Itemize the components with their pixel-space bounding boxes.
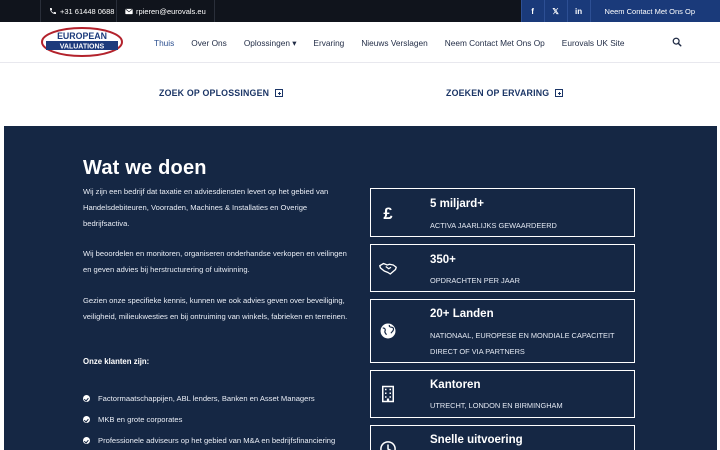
search-links-section: ZOEK OP OPLOSSINGEN ZOEKEN OP ERVARING: [0, 63, 720, 126]
stat-description: OPDRACHTEN PER JAAR: [430, 276, 520, 285]
list-item: MKB en grote corporates: [83, 409, 335, 430]
x-icon[interactable]: 𝕏: [543, 0, 567, 22]
top-bar: +31 61448 0688 rpieren@eurovals.eu f 𝕏 i…: [0, 0, 720, 22]
nav-over-ons[interactable]: Over Ons: [191, 38, 227, 48]
stat-description: NATIONAAL, EUROPESE EN MONDIALE CAPACITE…: [430, 331, 615, 356]
stat-value: 5 miljard+: [430, 198, 485, 210]
linkedin-icon[interactable]: in: [566, 0, 590, 22]
svg-text:£: £: [383, 205, 392, 222]
nav-oplossingen[interactable]: Oplossingen ▾: [244, 38, 297, 48]
envelope-icon: [125, 8, 133, 14]
building-icon: [382, 385, 394, 403]
search-icon[interactable]: [672, 37, 682, 47]
search-experience-link[interactable]: ZOEKEN OP ERVARING: [446, 88, 564, 98]
plus-square-icon: [275, 89, 284, 97]
stat-card: Kantoren UTRECHT, LONDON EN BIRMINGHAM: [370, 370, 635, 418]
email-address: rpieren@eurovals.eu: [136, 6, 206, 16]
nav-nieuws-verslagen[interactable]: Nieuws Verslagen: [361, 38, 427, 48]
advice-paragraph: Gezien onze specifieke kennis, kunnen we…: [83, 296, 348, 322]
contact-cta-button[interactable]: Neem Contact Met Ons Op: [589, 0, 720, 22]
services-paragraph: Wij beoordelen en monitoren, organiseren…: [83, 249, 347, 275]
stat-value: Kantoren: [430, 379, 481, 391]
logo-line2: VALUATIONS: [60, 43, 105, 50]
nav-contact[interactable]: Neem Contact Met Ons Op: [445, 38, 545, 48]
stat-value: Snelle uitvoering: [430, 434, 523, 446]
what-we-do-section: Wat we doen Wij zijn een bedrijf dat tax…: [4, 126, 717, 450]
clock-icon: [380, 441, 396, 450]
european-valuations-logo[interactable]: EUROPEAN VALUATIONS: [40, 26, 124, 58]
pound-icon: £: [383, 205, 392, 222]
phone-icon: [50, 8, 56, 14]
search-solutions-link[interactable]: ZOEK OP OPLOSSINGEN: [159, 88, 284, 98]
stat-value: 20+ Landen: [430, 308, 494, 320]
stat-description: UTRECHT, LONDON EN BIRMINGHAM: [430, 401, 563, 410]
clients-list: Factormaatschappijen, ABL lenders, Banke…: [83, 388, 335, 450]
intro-paragraph: Wij zijn een bedrijf dat taxatie en advi…: [83, 187, 329, 229]
nav-ervaring[interactable]: Ervaring: [313, 38, 344, 48]
stat-card: Snelle uitvoering: [370, 425, 635, 450]
phone-number: +31 61448 0688: [60, 6, 115, 16]
search-solutions-label: ZOEK OP OPLOSSINGEN: [159, 88, 270, 98]
list-item: Factormaatschappijen, ABL lenders, Banke…: [83, 388, 335, 409]
stat-card: 350+ OPDRACHTEN PER JAAR: [370, 244, 635, 292]
social-links: f 𝕏 in Neem Contact Met Ons Op: [520, 0, 720, 22]
nav-thuis[interactable]: Thuis: [154, 38, 174, 48]
globe-icon: [380, 323, 396, 339]
plus-square-icon: [555, 89, 564, 97]
check-circle-icon: [83, 395, 90, 402]
site-header: EUROPEAN VALUATIONS Thuis Over Ons Oplos…: [0, 22, 720, 63]
stat-value: 350+: [430, 254, 456, 266]
search-experience-label: ZOEKEN OP ERVARING: [446, 88, 550, 98]
logo-line1: EUROPEAN: [57, 31, 107, 41]
nav-uk-site[interactable]: Eurovals UK Site: [562, 38, 625, 48]
section-title: Wat we doen: [83, 157, 207, 179]
check-circle-icon: [83, 437, 90, 444]
phone-contact[interactable]: +31 61448 0688: [40, 0, 122, 22]
main-nav: Thuis Over Ons Oplossingen ▾ Ervaring Ni…: [154, 22, 642, 63]
stat-card: 20+ Landen NATIONAAL, EUROPESE EN MONDIA…: [370, 299, 635, 363]
email-contact[interactable]: rpieren@eurovals.eu: [116, 0, 215, 22]
stat-description: ACTIVA JAARLIJKS GEWAARDEERD: [430, 221, 557, 230]
handshake-icon: [379, 262, 397, 275]
facebook-icon[interactable]: f: [520, 0, 544, 22]
list-item: Professionele adviseurs op het gebied va…: [83, 430, 335, 450]
stat-card: £ 5 miljard+ ACTIVA JAARLIJKS GEWAARDEER…: [370, 188, 635, 237]
clients-heading: Onze klanten zijn:: [83, 357, 150, 366]
check-circle-icon: [83, 416, 90, 423]
